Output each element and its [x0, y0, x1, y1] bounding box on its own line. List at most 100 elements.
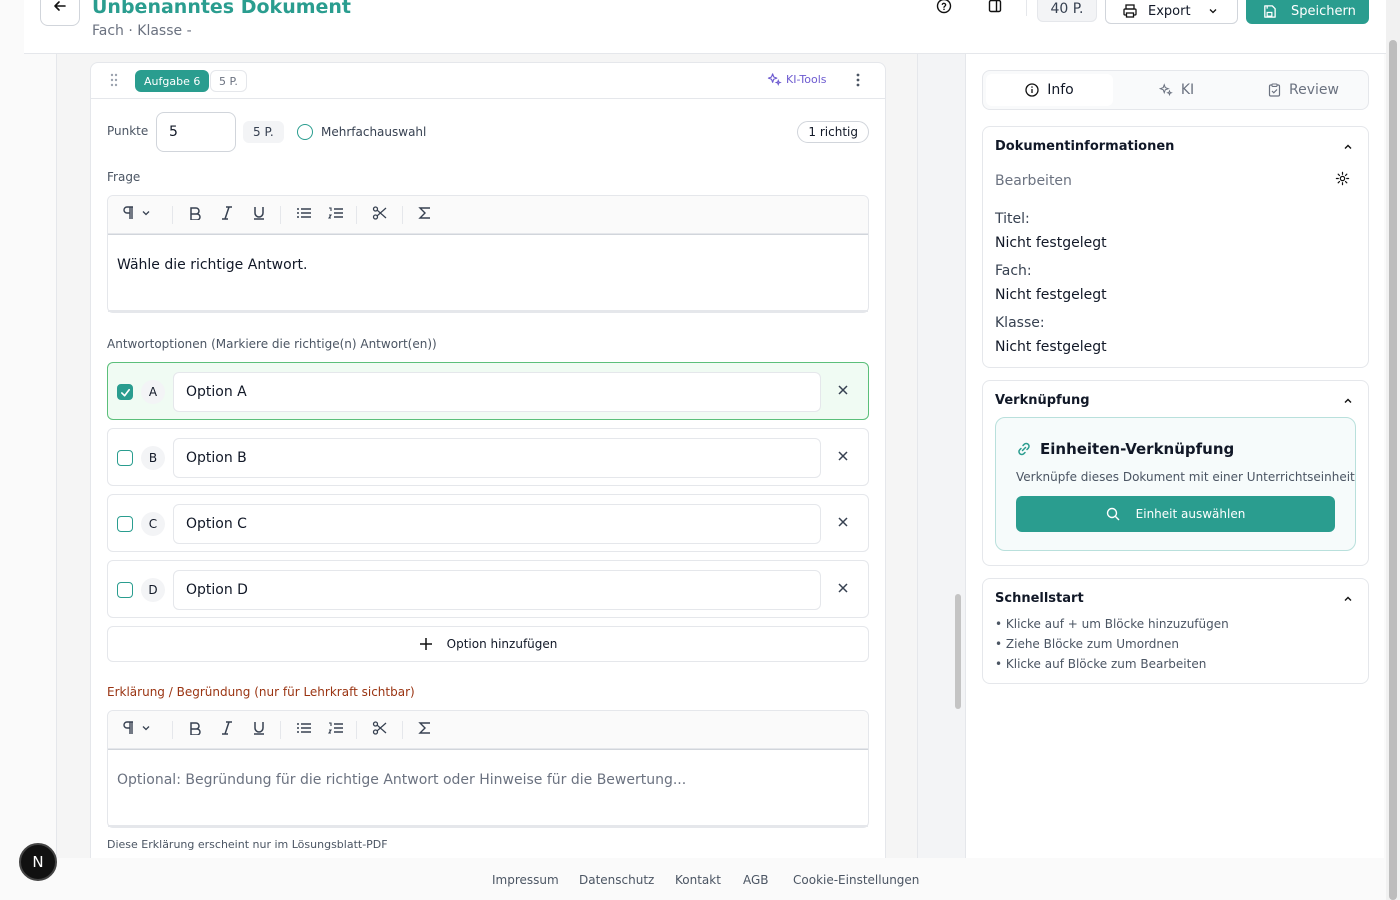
footer-link-impressum[interactable]: Impressum — [492, 873, 559, 887]
gear-icon[interactable] — [1335, 171, 1350, 186]
save-button[interactable]: Speichern — [1246, 0, 1369, 24]
underline-button[interactable] — [252, 721, 266, 735]
pilcrow-icon — [123, 206, 133, 219]
scissors-icon — [372, 206, 387, 220]
add-option-button[interactable]: Option hinzufügen — [107, 626, 869, 662]
toolbar-divider — [356, 206, 357, 224]
formula-button[interactable] — [418, 206, 432, 220]
italic-button[interactable] — [220, 721, 234, 735]
editor-scrollbar-thumb[interactable] — [955, 594, 961, 709]
option-letter: D — [141, 578, 165, 602]
edit-document-info[interactable]: Bearbeiten — [995, 173, 1072, 189]
select-unit-button[interactable]: Einheit auswählen — [1016, 496, 1335, 532]
question-toolbar — [108, 196, 868, 234]
cut-button[interactable] — [372, 721, 388, 735]
window-scrollbar-thumb[interactable] — [1389, 40, 1397, 900]
paragraph-format-dropdown[interactable] — [122, 206, 152, 220]
footer-link-cookies[interactable]: Cookie-Einstellungen — [793, 873, 919, 887]
italic-button[interactable] — [220, 206, 234, 220]
correct-answer-checkbox[interactable] — [117, 384, 133, 400]
total-points-display: 40 P. — [1037, 0, 1097, 22]
tab-info[interactable]: Info — [986, 74, 1113, 106]
option-input[interactable]: Option C — [173, 504, 821, 544]
quickstart-item: • Klicke auf Blöcke zum Bearbeiten — [995, 657, 1207, 671]
drag-handle-icon[interactable] — [109, 73, 119, 87]
chevron-down-icon — [142, 211, 150, 216]
quickstart-panel: Schnellstart • Klicke auf + um Blöcke hi… — [982, 578, 1369, 684]
footer-link-datenschutz[interactable]: Datenschutz — [579, 873, 654, 887]
bold-button[interactable] — [188, 206, 202, 220]
correct-answer-checkbox[interactable] — [117, 582, 133, 598]
toolbar-divider — [172, 206, 173, 224]
ki-tools-button[interactable]: KI-Tools — [767, 72, 827, 87]
task-number-badge: Aufgabe 6 — [135, 70, 210, 92]
chevron-up-icon[interactable] — [1342, 593, 1354, 605]
numbered-list-button[interactable] — [328, 721, 344, 735]
more-vertical-icon[interactable] — [855, 72, 861, 88]
italic-icon — [222, 721, 232, 735]
header-divider — [1026, 0, 1027, 16]
correct-answer-checkbox[interactable] — [117, 450, 133, 466]
option-letter: C — [141, 512, 165, 536]
explanation-text[interactable]: Optional: Begründung für die richtige An… — [108, 749, 868, 827]
help-button[interactable] — [930, 0, 958, 18]
multiple-choice-toggle[interactable]: Mehrfachauswahl — [297, 124, 426, 140]
bullet-list-button[interactable] — [296, 721, 312, 735]
italic-icon — [222, 206, 232, 220]
multiple-choice-checkbox[interactable] — [297, 124, 313, 140]
correct-answer-checkbox[interactable] — [117, 516, 133, 532]
bold-button[interactable] — [188, 721, 202, 735]
bullet-list-button[interactable] — [296, 206, 312, 220]
close-icon[interactable] — [836, 449, 850, 463]
app-header: Unbenanntes Dokument Fach · Klasse - 40 … — [24, 0, 1386, 54]
panel-right-icon — [988, 0, 1002, 13]
tab-review[interactable]: Review — [1240, 74, 1367, 106]
footer-link-kontakt[interactable]: Kontakt — [675, 873, 721, 887]
underline-button[interactable] — [252, 206, 266, 220]
option-input[interactable]: Option D — [173, 570, 821, 610]
bold-icon — [190, 722, 201, 735]
list-icon — [297, 208, 311, 218]
task-block[interactable]: Aufgabe 6 5 P. KI-Tools Punkte 5 5 P. Me… — [90, 62, 886, 858]
toolbar-divider — [402, 206, 403, 224]
formula-button[interactable] — [418, 721, 432, 735]
points-input[interactable]: 5 — [156, 112, 236, 152]
document-info-panel: Dokumentinformationen Bearbeiten Titel: … — [982, 126, 1369, 368]
pilcrow-icon — [123, 721, 133, 734]
assistant-fab-button[interactable]: N — [19, 843, 57, 881]
chevron-up-icon[interactable] — [1342, 141, 1354, 153]
document-title[interactable]: Unbenanntes Dokument — [92, 0, 351, 20]
answer-option: B Option B — [107, 428, 869, 486]
add-option-label: Option hinzufügen — [446, 637, 558, 651]
title-label: Titel: — [995, 211, 1030, 227]
back-button[interactable] — [40, 0, 80, 26]
paragraph-format-dropdown[interactable] — [122, 721, 152, 735]
question-text[interactable]: Wähle die richtige Antwort. — [108, 234, 868, 312]
close-icon[interactable] — [836, 383, 850, 397]
option-input[interactable]: Option B — [173, 438, 821, 478]
footer-link-agb[interactable]: AGB — [743, 873, 769, 887]
subject-label: Fach: — [995, 263, 1032, 279]
answer-option: A Option A — [107, 362, 869, 420]
export-button[interactable]: Export — [1105, 0, 1238, 24]
class-label: Klasse: — [995, 315, 1045, 331]
points-pill: 5 P. — [243, 121, 284, 143]
toggle-panel-button[interactable] — [981, 0, 1009, 18]
answer-option: C Option C — [107, 494, 869, 552]
cut-button[interactable] — [372, 206, 388, 220]
list-ordered-icon — [328, 207, 343, 219]
close-icon[interactable] — [836, 515, 850, 529]
sidebar-tabs: Info KI Review — [982, 70, 1369, 110]
option-letter: A — [141, 380, 165, 404]
tab-ki[interactable]: KI — [1113, 74, 1240, 106]
close-icon[interactable] — [836, 581, 850, 595]
class-value: Nicht festgelegt — [995, 339, 1107, 355]
option-input[interactable]: Option A — [173, 372, 821, 412]
numbered-list-button[interactable] — [328, 206, 344, 220]
multiple-choice-label: Mehrfachauswahl — [321, 125, 427, 139]
quickstart-title: Schnellstart — [995, 591, 1084, 606]
title-value: Nicht festgelegt — [995, 235, 1107, 251]
chevron-up-icon[interactable] — [1342, 395, 1354, 407]
chevron-down-icon — [1209, 9, 1217, 14]
help-circle-icon — [936, 0, 952, 14]
